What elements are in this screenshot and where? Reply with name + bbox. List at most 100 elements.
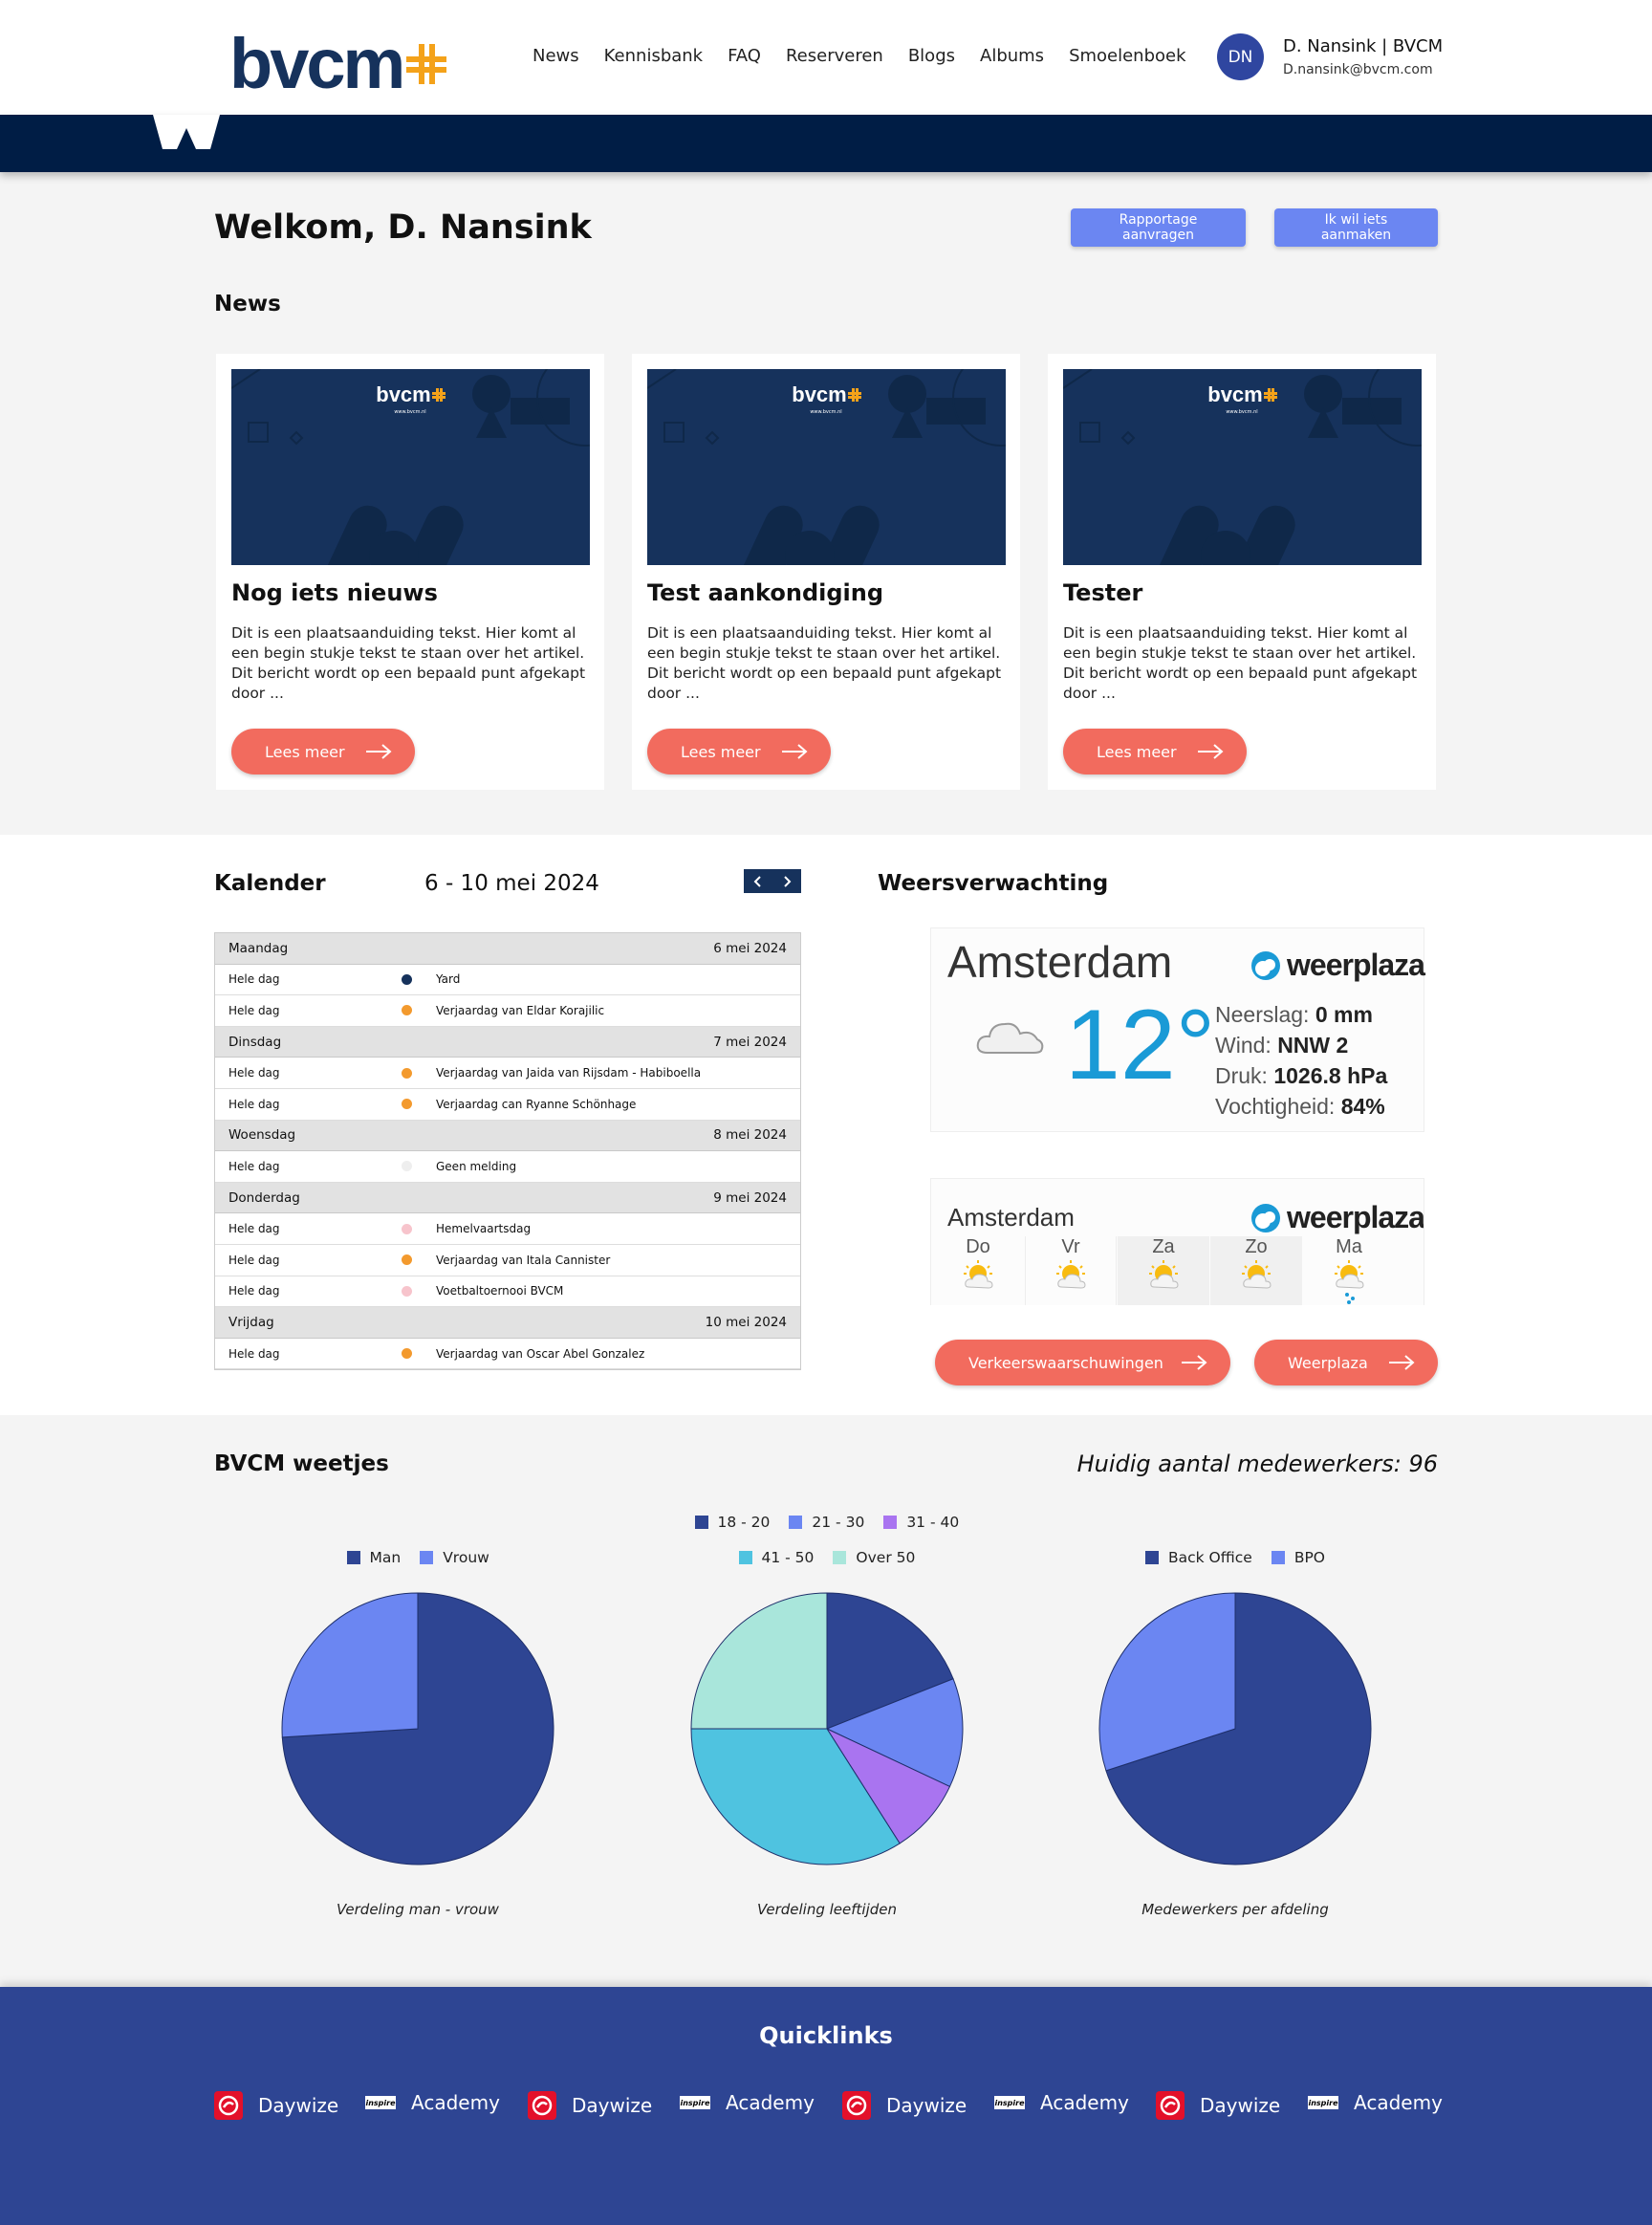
legend-item[interactable]: 41 - 50 [738, 1549, 815, 1566]
calendar-event-row[interactable]: Hele dag Yard [215, 964, 800, 996]
nav-news[interactable]: News [533, 46, 579, 66]
calendar-day-date: 9 mei 2024 [713, 1189, 787, 1206]
forecast-day-label: Vr [1061, 1236, 1080, 1257]
calendar-event-row[interactable]: Hele dag Verjaardag van Itala Cannister [215, 1244, 800, 1276]
legend-swatch [346, 1551, 360, 1564]
pie-slice[interactable] [690, 1592, 828, 1730]
nav-albums[interactable]: Albums [980, 46, 1044, 66]
calendar-table: Maandag 6 mei 2024 Hele dag Yard Hele dag … [214, 932, 801, 1371]
user-name[interactable]: D. Nansink | BVCM [1283, 36, 1443, 56]
calendar-event-row[interactable]: Hele dag Voetbaltoernooi BVCM [215, 1276, 800, 1308]
calendar-event-dot [402, 1285, 412, 1297]
weather-temperature: 12° [1065, 990, 1216, 1101]
pie-slice[interactable] [281, 1592, 419, 1738]
legend-swatch [1145, 1551, 1159, 1564]
read-more-label: Lees meer [681, 742, 761, 761]
read-more-button[interactable]: Lees meer [231, 729, 415, 774]
calendar-event-row[interactable]: Hele dag Verjaardag van Oscar Abel Gonza… [215, 1338, 800, 1370]
legend-item[interactable]: 31 - 40 [883, 1514, 959, 1531]
news-card-text: Dit is een plaatsaanduiding tekst. Hier … [1063, 624, 1418, 702]
quicklink-academy[interactable]: inspire Academy [994, 2091, 1129, 2114]
calendar-event-row[interactable]: Hele dag Hemelvaartsdag [215, 1213, 800, 1245]
news-card[interactable]: bvcm www.bvcm.nl Nog iets nieuws Dit is … [216, 354, 604, 790]
calendar-event-row[interactable]: Hele dag Verjaardag can Ryanne Schönhage [215, 1088, 800, 1121]
legend-label: 31 - 40 [906, 1514, 960, 1531]
daywize-icon [214, 2091, 243, 2120]
news-card-title[interactable]: Test aankondiging [647, 579, 883, 606]
weather-widget-forecast[interactable]: Amsterdam weerplaza Do Vr Za Zo Ma [930, 1178, 1424, 1305]
legend-item[interactable]: Back Office [1145, 1549, 1252, 1566]
chevron-left-icon[interactable] [744, 869, 772, 893]
news-card-logo: bvcm [1207, 382, 1262, 406]
quicklink-academy[interactable]: inspire Academy [680, 2091, 815, 2114]
legend-label: 41 - 50 [761, 1549, 815, 1566]
calendar-event-dot [402, 1254, 412, 1266]
calendar-event-title: Verjaardag van Itala Cannister [436, 1253, 611, 1267]
nav-reserveren[interactable]: Reserveren [786, 46, 883, 66]
bvcm-logo[interactable]: bvcm [229, 29, 447, 99]
stat-wind: Wind: NNW 2 [1215, 1033, 1349, 1058]
legend-item[interactable]: 18 - 20 [694, 1514, 771, 1531]
header-banner [0, 115, 1652, 172]
weather-widget-current[interactable]: Amsterdam weerplaza 12° Neerslag: 0 mm W… [930, 927, 1425, 1132]
read-more-button[interactable]: Lees meer [647, 729, 831, 774]
legend-item[interactable]: Man [346, 1549, 402, 1566]
legend-item[interactable]: 21 - 30 [789, 1514, 864, 1531]
calendar-event-row[interactable]: Hele dag Verjaardag van Eldar Korajilic [215, 995, 800, 1027]
legend-item[interactable]: Vrouw [420, 1549, 489, 1566]
news-card-title[interactable]: Tester [1063, 579, 1142, 606]
read-more-button[interactable]: Lees meer [1063, 729, 1247, 774]
news-card-logo-url: www.bvcm.nl [810, 409, 841, 415]
news-card-title[interactable]: Nog iets nieuws [231, 579, 438, 606]
create-something-button[interactable]: Ik wil iets aanmaken [1274, 208, 1438, 247]
nav-smoelenboek[interactable]: Smoelenboek [1069, 46, 1185, 66]
quicklink-daywize[interactable]: Daywize [214, 2091, 338, 2120]
legend-item[interactable]: BPO [1271, 1549, 1325, 1566]
calendar-event-dot [402, 1005, 412, 1016]
sun-cloud-icon [1149, 1260, 1179, 1289]
calendar-event-time: Hele dag [228, 1284, 280, 1298]
calendar-event-row[interactable]: Hele dag Geen melding [215, 1151, 800, 1183]
weerplaza-button[interactable]: Weerplaza [1254, 1340, 1438, 1385]
calendar-event-time: Hele dag [228, 1222, 280, 1236]
calendar-event-dot [402, 973, 412, 985]
chevron-right-icon[interactable] [772, 869, 801, 893]
legend-swatch [883, 1516, 898, 1529]
pie-chart [1098, 1592, 1372, 1865]
traffic-warnings-button[interactable]: Verkeerswaarschuwingen [935, 1340, 1230, 1385]
daywize-label: Daywize [1200, 2094, 1281, 2117]
weerplaza-text: weerplaza [1287, 948, 1425, 982]
quicklink-daywize[interactable]: Daywize [1156, 2091, 1280, 2120]
quicklink-daywize[interactable]: Daywize [842, 2091, 967, 2120]
calendar-event-time: Hele dag [228, 1159, 280, 1173]
news-card[interactable]: bvcm www.bvcm.nl Test aankondiging Dit i… [632, 354, 1020, 790]
calendar-event-row[interactable]: Hele dag Verjaardag van Jaida van Rijsda… [215, 1058, 800, 1089]
chart-legend: 18 - 20 21 - 30 31 - 40 [694, 1514, 979, 1531]
avatar[interactable]: DN [1217, 33, 1264, 80]
arrow-right-icon [782, 744, 808, 759]
forecast-city: Amsterdam [947, 1203, 1075, 1232]
stat-humidity: Vochtigheid: 84% [1215, 1094, 1385, 1119]
nav-kennisbank[interactable]: Kennisbank [604, 46, 703, 66]
plus-logo-icon [406, 44, 447, 84]
calendar-day-date: 6 mei 2024 [713, 940, 787, 956]
calendar-day-name: Vrijdag [228, 1314, 274, 1330]
legend-label: 18 - 20 [717, 1514, 771, 1531]
calendar-event-dot [402, 1067, 412, 1079]
legend-swatch [789, 1516, 803, 1529]
nav-faq[interactable]: FAQ [728, 46, 761, 66]
legend-label: Man [369, 1549, 402, 1566]
calendar-event-title: Verjaardag van Eldar Korajilic [436, 1003, 605, 1017]
legend-item[interactable]: Over 50 [833, 1549, 915, 1566]
news-card[interactable]: bvcm www.bvcm.nl Tester Dit is een plaat… [1048, 354, 1436, 790]
calendar-day-row: Vrijdag 10 mei 2024 [215, 1307, 800, 1339]
forecast-weerplaza-brand: weerplaza [1250, 1200, 1424, 1235]
quicklink-academy[interactable]: inspire Academy [1308, 2091, 1443, 2114]
quicklink-academy[interactable]: inspire Academy [365, 2091, 500, 2114]
quicklink-daywize[interactable]: Daywize [528, 2091, 652, 2120]
news-card-logo: bvcm [376, 382, 430, 406]
calendar-nav [744, 869, 801, 893]
chart-caption: Verdeling man - vrouw [337, 1901, 499, 1918]
request-report-button[interactable]: Rapportage aanvragen [1071, 208, 1246, 247]
nav-blogs[interactable]: Blogs [908, 46, 955, 66]
